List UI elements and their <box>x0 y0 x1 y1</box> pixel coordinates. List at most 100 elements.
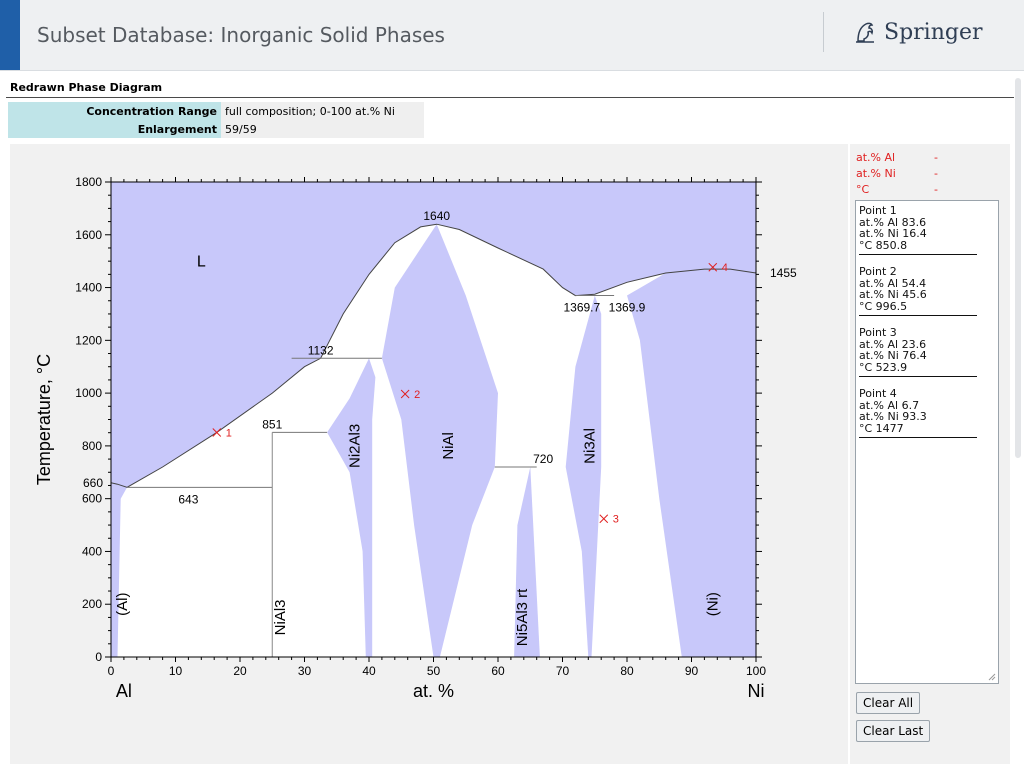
phase-label: Ni5Al3 rt <box>514 588 531 646</box>
y-tick-label: 1600 <box>75 228 102 242</box>
point-ni: at.% Ni 93.3 <box>859 410 927 423</box>
point-entry: Point 2 at.% Al 54.4 at.% Ni 45.6 °C 996… <box>859 266 998 316</box>
springer-logo[interactable]: Springer <box>852 19 983 45</box>
point-marker-label: 3 <box>613 514 619 526</box>
info-row: Enlargement 59/59 <box>8 120 424 138</box>
clear-all-button[interactable]: Clear All <box>856 692 921 714</box>
x-left-element-label: Al <box>116 681 132 701</box>
point-divider <box>859 376 977 377</box>
cursor-value: - <box>934 151 938 164</box>
y-axis-label: Temperature, °C <box>34 354 54 485</box>
isotherm-label: 720 <box>533 452 553 466</box>
point-marker-label: 2 <box>414 389 420 401</box>
app-header: Subset Database: Inorganic Solid Phases … <box>0 0 1024 71</box>
cursor-row: at.% Ni - <box>856 166 1010 182</box>
page-scrollbar[interactable] <box>1014 72 1022 762</box>
cursor-label: °C <box>856 183 870 196</box>
info-value: full composition; 0-100 at.% Ni <box>221 102 424 120</box>
x-tick-label: 0 <box>108 664 115 678</box>
y-tick-label: 1200 <box>75 333 102 347</box>
x-tick-label: 50 <box>427 664 441 678</box>
point-entry: Point 3 at.% Al 23.6 at.% Ni 76.4 °C 523… <box>859 327 998 377</box>
phase-label: (Al) <box>114 593 131 616</box>
phase-label: L <box>197 253 206 270</box>
y-tick-label: 1000 <box>75 386 102 400</box>
scrollbar-thumb[interactable] <box>1015 78 1021 458</box>
page-title: Subset Database: Inorganic Solid Phases <box>37 23 445 47</box>
header-divider <box>823 12 824 52</box>
x-tick-label: 80 <box>620 664 634 678</box>
point-temp: °C 1477 <box>859 421 904 435</box>
phase-label: Ni3Al <box>582 428 599 464</box>
phase-label: NiAl3 <box>272 599 289 635</box>
isotherm-label: 1132 <box>308 343 334 357</box>
info-row: Concentration Range full composition; 0-… <box>8 102 424 120</box>
isotherm-label: 1369.9 <box>609 300 646 314</box>
info-label: Enlargement <box>8 120 221 138</box>
x-tick-label: 40 <box>362 664 376 678</box>
point-name: Point 2 <box>859 265 897 278</box>
phase-label: (Ni) <box>704 592 721 616</box>
isotherm-label: 660 <box>83 476 103 490</box>
point-sidebar: at.% Al - at.% Ni - °C - Point 1 at.% Al 83… <box>850 144 1010 764</box>
clear-last-button[interactable]: Clear Last <box>856 720 931 742</box>
section-title: Redrawn Phase Diagram <box>6 78 1014 98</box>
y-tick-label: 400 <box>82 544 102 558</box>
cursor-value: - <box>934 167 938 180</box>
main-content: Redrawn Phase Diagram Concentration Rang… <box>6 78 1014 768</box>
x-right-element-label: Ni <box>748 681 765 701</box>
springer-horse-icon <box>856 22 874 43</box>
x-tick-label: 10 <box>169 664 183 678</box>
point-divider <box>859 437 977 438</box>
isotherm-label: 1455 <box>770 266 797 280</box>
isotherm-label: 643 <box>178 492 198 506</box>
point-entry: Point 1 at.% Al 83.6 at.% Ni 16.4 °C 850… <box>859 205 998 255</box>
point-ni: at.% Ni 16.4 <box>859 227 927 240</box>
header-accent-bar <box>0 0 20 70</box>
point-entry: Point 4 at.% Al 6.7 at.% Ni 93.3 °C 1477 <box>859 388 998 438</box>
info-table: Concentration Range full composition; 0-… <box>8 102 424 138</box>
info-value: 59/59 <box>221 120 424 138</box>
phase-diagram-chart[interactable]: 0 10 20 30 40 50 60 70 80 90 100020040060080010001… <box>10 144 848 764</box>
cursor-label: at.% Al <box>856 151 896 164</box>
point-temp: °C 996.5 <box>859 299 908 313</box>
phase-label: NiAl <box>440 432 457 460</box>
point-temp: °C 523.9 <box>859 360 908 374</box>
x-tick-label: 60 <box>491 664 505 678</box>
brand-name: Springer <box>884 19 983 45</box>
y-tick-label: 1400 <box>75 281 102 295</box>
phase-label: Ni2Al3 <box>346 424 363 468</box>
cursor-row: °C - <box>856 182 1010 198</box>
x-tick-label: 20 <box>233 664 247 678</box>
cursor-label: at.% Ni <box>856 167 896 180</box>
point-name: Point 4 <box>859 387 897 400</box>
isotherm-label: 1640 <box>423 209 450 223</box>
point-ni: at.% Ni 45.6 <box>859 288 927 301</box>
point-name: Point 1 <box>859 204 897 217</box>
x-tick-label: 30 <box>298 664 312 678</box>
cursor-value: - <box>934 183 938 196</box>
point-marker-label: 4 <box>722 262 728 274</box>
cursor-row: at.% Al - <box>856 150 1010 166</box>
x-tick-label: 70 <box>556 664 570 678</box>
phase-diagram-area[interactable]: 0 10 20 30 40 50 60 70 80 90 100 0 200 400 600 800 1000 1… <box>10 144 848 764</box>
y-tick-label: 0 <box>95 650 102 664</box>
phase-regions <box>111 182 756 657</box>
y-tick-label: 600 <box>82 492 102 506</box>
point-temp: °C 850.8 <box>859 238 908 252</box>
point-ni: at.% Ni 76.4 <box>859 349 927 362</box>
x-axis-label: at. % <box>413 681 454 701</box>
resize-grip-icon[interactable] <box>988 673 996 681</box>
cursor-readout: at.% Al - at.% Ni - °C - <box>856 150 1010 198</box>
x-tick-label: 100 <box>746 664 766 678</box>
x-tick-label: 90 <box>685 664 699 678</box>
y-tick-label: 800 <box>82 439 102 453</box>
points-textarea[interactable]: Point 1 at.% Al 83.6 at.% Ni 16.4 °C 850… <box>855 200 999 684</box>
info-label: Concentration Range <box>8 102 221 120</box>
y-tick-label: 200 <box>82 597 102 611</box>
isotherm-label: 851 <box>262 417 282 431</box>
isotherm-label: 1369.7 <box>563 301 600 315</box>
point-marker-label: 1 <box>226 427 232 439</box>
y-tick-label: 1800 <box>75 175 102 189</box>
point-divider <box>859 315 977 316</box>
